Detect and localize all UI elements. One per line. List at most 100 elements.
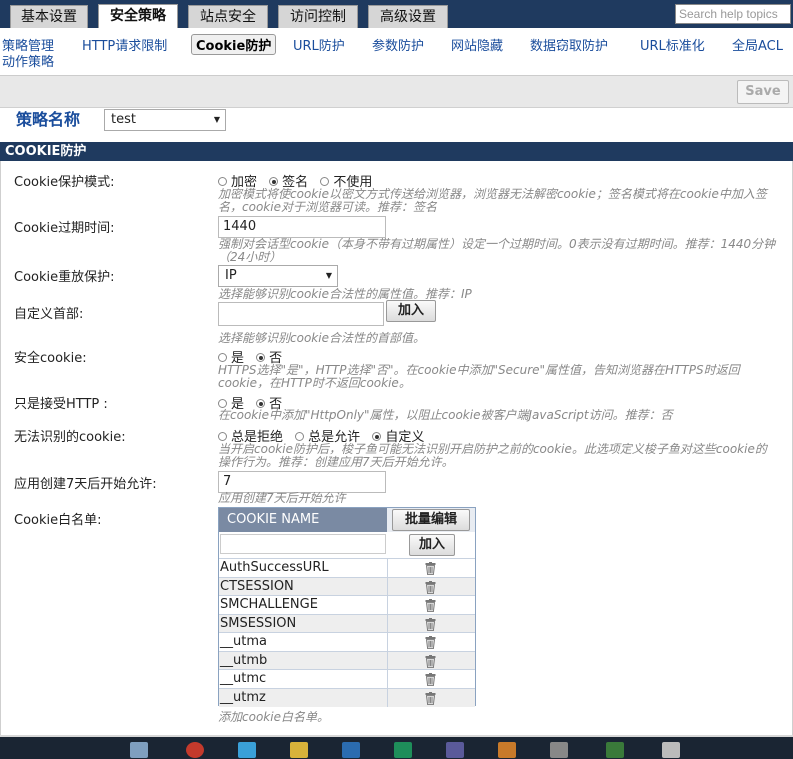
subnav-action-policy[interactable]: 动作策略 xyxy=(2,51,54,70)
column-header-cookie-name: COOKIE NAME xyxy=(227,512,320,527)
table-row: SMCHALLENGE xyxy=(219,595,475,614)
table-row: SMSESSION xyxy=(219,613,475,633)
delete-trash-icon[interactable] xyxy=(425,580,436,594)
taskbar-app-icon[interactable] xyxy=(238,742,256,758)
allow-after-label: 应用创建7天后开始允许: xyxy=(14,477,157,492)
cookie-name-cell: SMCHALLENGE xyxy=(220,597,318,612)
custom-header-hint: 选择能够识别cookie合法性的首部值。 xyxy=(218,331,425,345)
mode-hint: 加密模式将使cookie以密文方式传送给浏览器，浏览器无法解密cookie；签名… xyxy=(218,187,767,214)
custom-header-input[interactable] xyxy=(218,302,384,326)
batch-edit-button[interactable]: 批量编辑 xyxy=(392,509,470,531)
replay-label: Cookie重放保护: xyxy=(14,270,115,285)
radio-checked-icon xyxy=(269,177,279,186)
save-bar: Save xyxy=(0,76,793,108)
column-divider xyxy=(387,688,388,707)
policy-name-value: test xyxy=(111,112,136,127)
search-help-input[interactable]: Search help topics xyxy=(675,4,791,24)
section-header: COOKIE防护 xyxy=(0,142,793,161)
delete-trash-icon[interactable] xyxy=(425,673,436,686)
replay-select[interactable]: IP ▼ xyxy=(218,265,338,287)
subnav-global-acl[interactable]: 全局ACL xyxy=(732,35,783,54)
cookie-whitelist-table: COOKIE NAME 批量编辑 加入 AuthSuccessURL CTSESS… xyxy=(218,507,476,707)
subnav-url-protection[interactable]: URL防护 xyxy=(293,35,345,54)
dropdown-caret-icon: ▼ xyxy=(325,271,332,280)
allow-after-hint: 应用创建7天后开始允许 xyxy=(218,491,346,505)
whitelist-add-button[interactable]: 加入 xyxy=(409,534,455,556)
delete-trash-icon[interactable] xyxy=(425,617,436,631)
delete-trash-icon[interactable] xyxy=(425,691,436,705)
taskbar-app-icon[interactable] xyxy=(606,742,624,758)
delete-trash-icon[interactable] xyxy=(425,599,436,612)
allow-after-input[interactable]: 7 xyxy=(218,471,386,493)
radio-icon xyxy=(295,432,305,441)
subnav-parameter-protection[interactable]: 参数防护 xyxy=(372,35,424,54)
column-divider xyxy=(387,651,388,670)
radio-checked-icon xyxy=(256,399,266,408)
tab-access-control[interactable]: 访问控制 xyxy=(278,5,358,28)
secure-hint: HTTPS选择"是"，HTTP选择"否"。在cookie中添加"Secure"属… xyxy=(218,363,740,390)
radio-icon xyxy=(218,177,227,186)
expire-input[interactable]: 1440 xyxy=(218,216,386,238)
secure-label: 安全cookie: xyxy=(14,351,87,366)
taskbar-folder-icon[interactable] xyxy=(290,742,308,758)
tab-security-policy[interactable]: 安全策略 xyxy=(98,4,178,28)
delete-trash-icon[interactable] xyxy=(425,562,436,575)
whitelist-header: COOKIE NAME 批量编辑 xyxy=(219,508,475,532)
taskbar-app-icon[interactable] xyxy=(550,742,568,758)
radio-checked-icon xyxy=(256,353,266,362)
policy-name-select[interactable]: test ▼ xyxy=(104,109,226,131)
os-taskbar xyxy=(0,735,793,759)
column-divider xyxy=(387,559,388,577)
mode-label: Cookie保护模式: xyxy=(14,175,115,190)
subnav-data-theft-protection[interactable]: 数据窃取防护 xyxy=(530,35,608,54)
expire-label: Cookie过期时间: xyxy=(14,221,115,236)
tab-site-security[interactable]: 站点安全 xyxy=(188,5,268,28)
column-divider xyxy=(387,633,388,651)
subnav-url-normalization[interactable]: URL标准化 xyxy=(640,35,705,54)
tab-basic-settings[interactable]: 基本设置 xyxy=(10,5,88,28)
subnav-http-request-limit[interactable]: HTTP请求限制 xyxy=(82,35,167,54)
cookie-name-cell: CTSESSION xyxy=(220,578,294,594)
column-divider xyxy=(387,614,388,633)
cookie-name-cell: __utmc xyxy=(220,671,267,686)
table-row: CTSESSION xyxy=(219,576,475,596)
radio-icon xyxy=(218,399,227,408)
taskbar-app-icon[interactable] xyxy=(394,742,412,758)
http-only-label: 只是接受HTTP : xyxy=(14,397,108,412)
sub-navigation: 策略管理 动作策略 HTTP请求限制 Cookie防护 URL防护 参数防护 网… xyxy=(0,28,793,76)
whitelist-label: Cookie白名单: xyxy=(14,513,102,528)
subnav-cookie-protection[interactable]: Cookie防护 xyxy=(191,34,277,55)
delete-trash-icon[interactable] xyxy=(425,654,436,668)
policy-name-label: 策略名称 xyxy=(16,110,81,129)
table-row: __utmc xyxy=(219,669,475,688)
radio-checked-icon xyxy=(372,432,382,441)
custom-header-add-button[interactable]: 加入 xyxy=(386,300,436,322)
table-row: AuthSuccessURL xyxy=(219,558,475,577)
taskbar-browser-icon[interactable] xyxy=(186,742,204,758)
taskbar-app-icon[interactable] xyxy=(342,742,360,758)
table-row: __utma xyxy=(219,632,475,651)
radio-icon xyxy=(320,177,330,186)
replay-hint: 选择能够识别cookie合法性的属性值。推荐：IP xyxy=(218,287,472,301)
http-only-hint: 在cookie中添加"HttpOnly"属性，以阻止cookie被客户端Java… xyxy=(218,408,673,422)
cookie-name-cell: __utmz xyxy=(220,689,266,705)
unknown-cookie-label: 无法识别的cookie: xyxy=(14,430,126,445)
table-row: __utmb xyxy=(219,650,475,670)
delete-trash-icon[interactable] xyxy=(425,636,436,649)
expire-hint: 强制对会话型cookie（本身不带有过期属性）设定一个过期时间。0表示没有过期时… xyxy=(218,237,776,264)
whitelist-name-input[interactable] xyxy=(220,534,386,554)
top-tab-bar: 基本设置 安全策略 站点安全 访问控制 高级设置 Search help top… xyxy=(0,0,793,28)
save-button[interactable]: Save xyxy=(737,80,789,104)
whitelist-header-actions: 批量编辑 xyxy=(387,508,475,532)
taskbar-app-icon[interactable] xyxy=(130,742,148,758)
taskbar-app-icon[interactable] xyxy=(662,742,680,758)
replay-value: IP xyxy=(225,268,237,283)
taskbar-app-icon[interactable] xyxy=(446,742,464,758)
custom-header-label: 自定义首部: xyxy=(14,307,84,322)
subnav-website-cloaking[interactable]: 网站隐藏 xyxy=(451,35,503,54)
tab-advanced-settings[interactable]: 高级设置 xyxy=(368,5,448,28)
cookie-name-cell: __utma xyxy=(220,634,267,649)
cookie-name-cell: __utmb xyxy=(220,652,268,668)
taskbar-app-icon[interactable] xyxy=(498,742,516,758)
dropdown-caret-icon: ▼ xyxy=(213,115,220,124)
